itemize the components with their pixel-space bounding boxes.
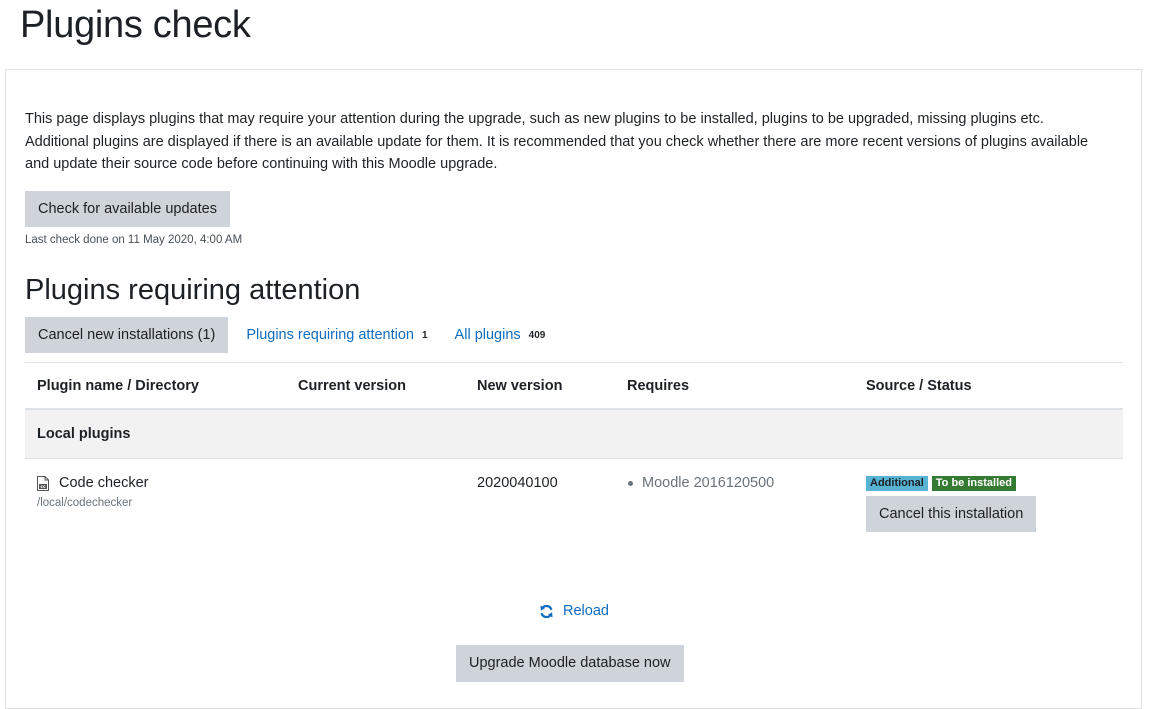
header-current-version: Current version (298, 378, 406, 394)
section-title: Plugins requiring attention (25, 274, 361, 306)
source-badge: Additional (866, 476, 928, 491)
header-source-status: Source / Status (866, 378, 972, 394)
upgrade-database-button[interactable]: Upgrade Moodle database now (456, 645, 684, 682)
group-row-local-plugins: Local plugins (25, 410, 1123, 459)
reload-link[interactable]: Reload (539, 603, 609, 619)
status-badge: To be installed (931, 476, 1016, 491)
table-row: cc Code checker /local/codechecker 20200… (25, 459, 1123, 549)
refresh-icon (540, 604, 553, 618)
intro-text: This page displays plugins that may requ… (25, 111, 1089, 172)
status-badges: Additional To be installed (866, 476, 1020, 491)
filter-bar: Cancel new installations (1) Plugins req… (25, 317, 545, 353)
plugin-name: Code checker (59, 475, 149, 491)
count-badge: 1 (421, 329, 428, 341)
cancel-installation-button[interactable]: Cancel this installation (866, 496, 1037, 532)
header-plugin-name: Plugin name / Directory (37, 378, 199, 394)
file-icon: cc (37, 475, 49, 491)
check-updates-button[interactable]: Check for available updates (25, 191, 230, 227)
last-check-text: Last check done on 11 May 2020, 4:00 AM (25, 234, 243, 246)
table-header-row: Plugin name / Directory Current version … (25, 362, 1123, 410)
reload-label: Reload (563, 603, 609, 619)
filter-plugins-requiring-attention[interactable]: Plugins requiring attention 1 (246, 327, 427, 343)
filter-label: Plugins requiring attention (246, 327, 414, 343)
cancel-new-installations-button[interactable]: Cancel new installations (1) (25, 317, 229, 353)
plugin-new-version: 2020040100 (477, 475, 558, 491)
requires-value: Moodle 2016120500 (642, 475, 775, 491)
plugins-table: Plugin name / Directory Current version … (25, 362, 1123, 549)
svg-text:cc: cc (40, 485, 46, 490)
filter-label: All plugins (454, 327, 521, 343)
plugin-directory: /local/codechecker (37, 497, 133, 509)
header-requires: Requires (627, 378, 690, 394)
count-badge: 409 (528, 329, 546, 341)
bullet-icon (628, 480, 633, 486)
plugin-name-cell: cc Code checker (37, 475, 148, 491)
filter-all-plugins[interactable]: All plugins 409 (455, 327, 546, 343)
page-title: Plugins check (20, 4, 251, 46)
header-new-version: New version (477, 378, 563, 394)
group-label: Local plugins (37, 426, 131, 442)
plugin-requires: Moodle 2016120500 (628, 475, 774, 491)
